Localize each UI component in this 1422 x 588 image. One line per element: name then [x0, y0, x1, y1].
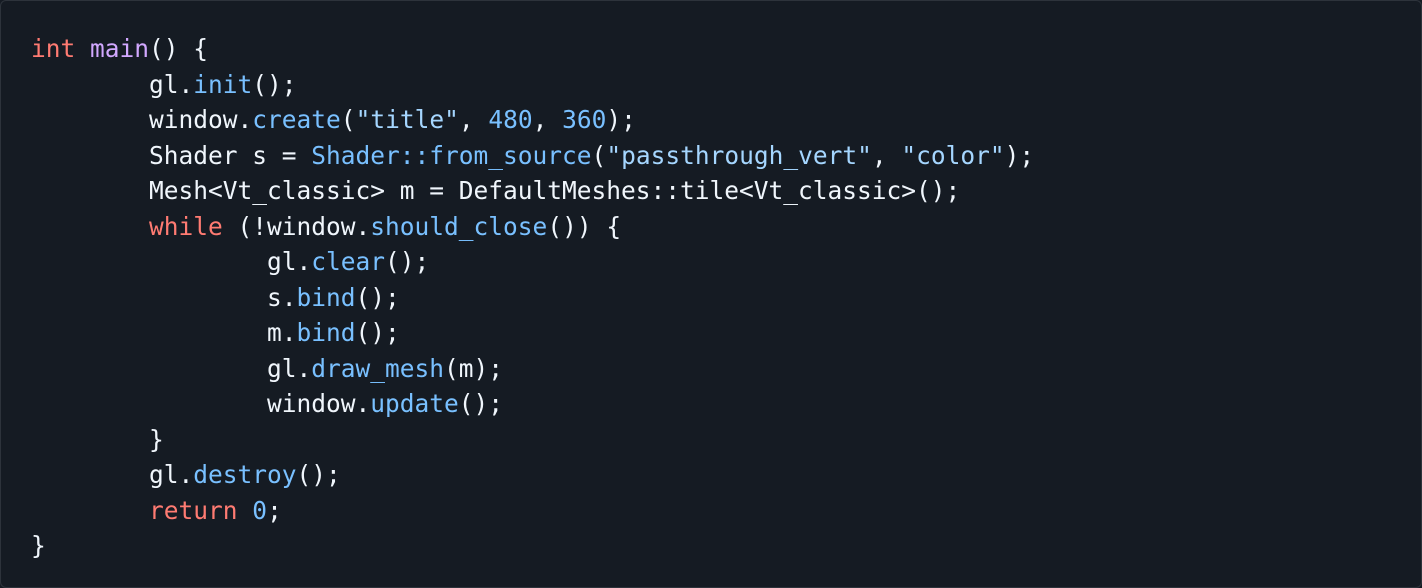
- code-token: main: [90, 34, 150, 63]
- code-token: (: [340, 105, 356, 134]
- code-block: int main() { gl.init(); window.create("t…: [0, 0, 1422, 588]
- code-token: ,: [532, 105, 563, 134]
- code-token: ();: [355, 318, 400, 347]
- code-token: create: [252, 105, 341, 134]
- code-token: 0: [252, 495, 268, 525]
- code-token: window.: [149, 105, 253, 134]
- code-line: gl.init();: [31, 67, 1421, 103]
- code-token: 480: [488, 105, 533, 134]
- code-token: () {: [149, 34, 209, 63]
- code-token: ();: [252, 69, 297, 99]
- code-token: gl.: [149, 460, 194, 489]
- code-token: ();: [458, 389, 504, 418]
- code-line: while (!window.should_close()) {: [31, 209, 1421, 245]
- code-token: return: [149, 495, 238, 525]
- code-token: bind: [296, 318, 356, 347]
- code-line: }: [31, 422, 1421, 458]
- code-token: m.: [267, 318, 297, 347]
- code-token: update: [370, 389, 459, 418]
- code-token: "title": [355, 105, 459, 134]
- code-token: 360: [562, 105, 607, 134]
- code-line: return 0;: [31, 493, 1421, 529]
- code-content[interactable]: int main() { gl.init(); window.create("t…: [31, 31, 1421, 564]
- code-token: window.: [267, 389, 371, 418]
- code-token: draw_mesh: [311, 353, 445, 383]
- code-token: gl.: [267, 353, 312, 383]
- code-line: Shader s = Shader::from_source("passthro…: [31, 138, 1421, 174]
- code-token: clear: [311, 247, 386, 276]
- code-token: "color": [901, 140, 1005, 170]
- code-token: );: [1004, 140, 1035, 170]
- code-token: bind: [296, 282, 356, 312]
- code-token: (m);: [444, 353, 504, 383]
- code-line: }: [31, 528, 1421, 564]
- code-line: int main() {: [31, 31, 1421, 67]
- code-token: destroy: [193, 460, 297, 489]
- code-line: gl.destroy();: [31, 457, 1421, 493]
- code-token: ()) {: [547, 211, 622, 241]
- code-line: s.bind();: [31, 280, 1421, 316]
- code-token: Shader s =: [149, 140, 312, 170]
- code-token: ,: [871, 140, 902, 170]
- code-token: ;: [267, 495, 282, 525]
- code-token: Shader::from_source: [311, 140, 592, 170]
- code-token: );: [606, 105, 636, 134]
- code-token: Mesh<Vt_classic> m = DefaultMeshes::tile…: [149, 176, 961, 205]
- code-token: init: [193, 69, 253, 99]
- code-token: ();: [385, 247, 430, 276]
- code-token: }: [31, 531, 46, 560]
- code-line: gl.clear();: [31, 244, 1421, 280]
- code-token: should_close: [370, 211, 548, 241]
- code-token: "passthrough_vert": [606, 140, 872, 170]
- code-token: (!window.: [222, 211, 371, 241]
- code-token: ,: [458, 105, 489, 134]
- code-token: (: [591, 140, 607, 170]
- code-token: while: [149, 211, 223, 241]
- code-token: int: [31, 34, 76, 63]
- code-token: gl.: [149, 69, 194, 99]
- code-line: m.bind();: [31, 315, 1421, 351]
- code-token: }: [149, 424, 164, 454]
- code-token: s.: [267, 282, 297, 312]
- code-token: gl.: [267, 247, 312, 276]
- code-line: Mesh<Vt_classic> m = DefaultMeshes::tile…: [31, 173, 1421, 209]
- code-line: gl.draw_mesh(m);: [31, 351, 1421, 387]
- code-line: window.create("title", 480, 360);: [31, 102, 1421, 138]
- code-token: ();: [296, 460, 341, 489]
- code-line: window.update();: [31, 386, 1421, 422]
- code-token: ();: [355, 282, 400, 312]
